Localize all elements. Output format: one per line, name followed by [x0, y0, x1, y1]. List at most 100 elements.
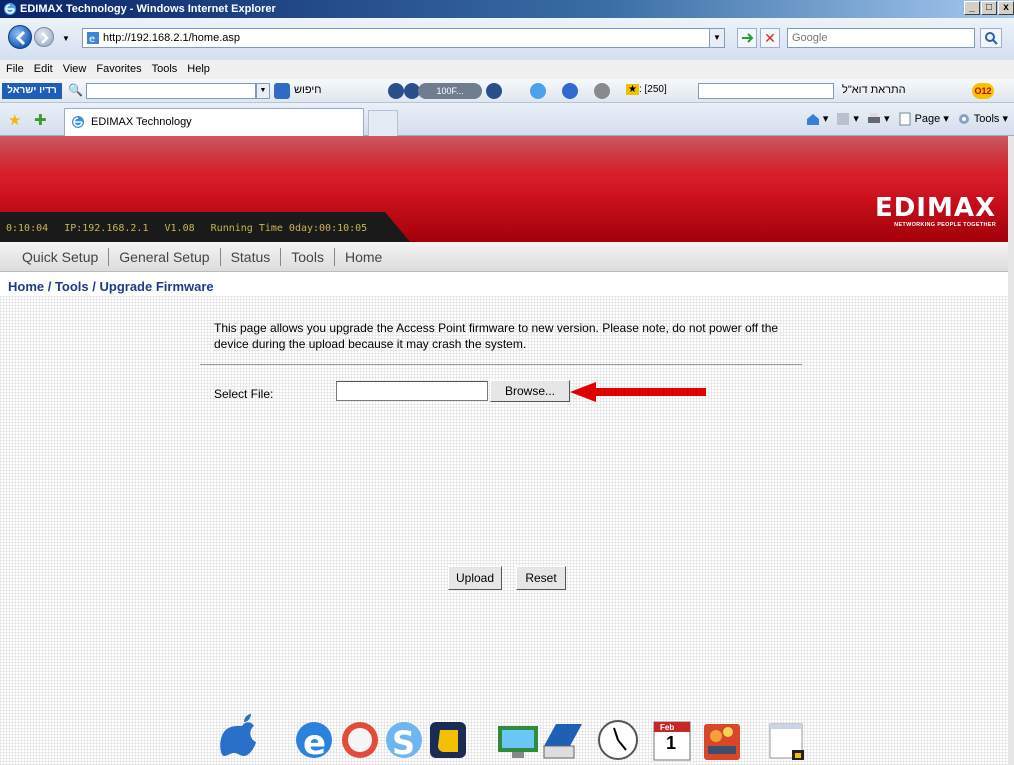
edimax-banner: 0:10:04 IP:192.168.2.1 V1.08 Running Tim… [0, 136, 1010, 242]
maximize-button[interactable]: □ [981, 1, 997, 15]
address-dropdown[interactable]: ▼ [709, 28, 725, 48]
address-url: http://192.168.2.1/home.asp [103, 32, 240, 44]
clock-icon[interactable] [596, 710, 640, 764]
upload-button[interactable]: Upload [448, 566, 502, 590]
info-icon[interactable] [562, 83, 578, 99]
brand-name: EDIMAX [874, 193, 996, 223]
reset-button[interactable]: Reset [516, 566, 566, 590]
browse-button[interactable]: Browse... [490, 380, 570, 402]
status-line: 0:10:04 IP:192.168.2.1 V1.08 Running Tim… [6, 223, 377, 234]
internet-explorer-icon [4, 3, 16, 15]
svg-text:e: e [303, 723, 326, 763]
breadcrumb: Home / Tools / Upgrade Firmware [8, 279, 214, 294]
menu-tools[interactable]: Tools [152, 60, 178, 79]
menu-file[interactable]: File [6, 60, 24, 79]
menu-edit[interactable]: Edit [34, 60, 53, 79]
recent-pages-dropdown[interactable]: ▼ [62, 34, 70, 43]
radio-logo[interactable]: רדיו ישראל [2, 83, 62, 99]
search-button[interactable] [980, 28, 1002, 48]
toolbar-counter[interactable]: ★: [250] [626, 84, 667, 95]
o12-logo[interactable]: O12 [972, 83, 994, 99]
nav-tools[interactable]: Tools [281, 247, 335, 266]
home-button[interactable]: ▾ [806, 112, 828, 126]
toolbar-search-icon[interactable]: 🔍 [68, 83, 83, 97]
page-icon [899, 112, 911, 126]
print-button[interactable]: ▾ [867, 112, 890, 126]
nav-status[interactable]: Status [221, 247, 282, 266]
toolbar-search-input[interactable] [86, 83, 256, 99]
close-button[interactable]: x [998, 1, 1014, 15]
device-ip: IP:192.168.2.1 [64, 223, 149, 234]
media-volume-icon[interactable] [486, 83, 502, 99]
note-app-icon[interactable] [426, 710, 470, 764]
calendar-month: Feb [660, 723, 675, 732]
svg-text:S: S [392, 724, 415, 762]
content-area: This page allows you upgrade the Access … [0, 296, 1010, 765]
nav-general-setup[interactable]: General Setup [109, 247, 221, 266]
counter-icon: ★ [626, 84, 639, 95]
menu-favorites[interactable]: Favorites [96, 60, 141, 79]
menu-help[interactable]: Help [187, 60, 210, 79]
calendar-day: 1 [666, 733, 677, 753]
tools-menu-label: Tools [973, 113, 1000, 125]
window-title: EDIMAX Technology - Windows Internet Exp… [20, 3, 276, 15]
safari-icon[interactable] [338, 710, 382, 764]
toolbar-text-input[interactable] [698, 83, 834, 99]
feeds-button[interactable]: ▾ [836, 112, 859, 126]
red-arrow-annotation [570, 382, 706, 402]
menu-view[interactable]: View [63, 60, 87, 79]
search-icon [985, 32, 998, 45]
page-description: This page allows you upgrade the Access … [214, 321, 779, 351]
page-menu-label: Page [914, 113, 941, 125]
weather-icon[interactable] [530, 83, 546, 99]
media-station-pill[interactable]: 100F... [418, 83, 482, 99]
add-favorite-icon[interactable]: ✚ [34, 111, 47, 129]
gear-icon [958, 114, 969, 125]
page-viewport: 0:10:04 IP:192.168.2.1 V1.08 Running Tim… [0, 136, 1014, 765]
vertical-scrollbar[interactable] [1008, 136, 1014, 765]
firmware-version: V1.08 [164, 223, 195, 234]
refresh-button[interactable] [737, 28, 757, 48]
minimize-button[interactable]: _ [964, 1, 980, 15]
tab-edimax[interactable]: EDIMAX Technology [64, 108, 364, 136]
command-bar: ▾ ▾ ▾ Page ▾ Tools ▾ [806, 112, 1008, 126]
page-icon: e [87, 32, 99, 45]
addon-toolbar: רדיו ישראל 🔍 ▼ חיפוש 100F... ★: [250] הת… [0, 79, 1014, 103]
control-panel-icon[interactable] [700, 710, 744, 764]
scanner-icon[interactable] [540, 710, 584, 764]
rss-feed-icon [837, 113, 850, 126]
toolbar-search-dropdown[interactable]: ▼ [256, 83, 270, 99]
counter-text: : [250] [638, 84, 667, 95]
apple-icon[interactable] [220, 710, 264, 764]
edimax-logo: EDIMAX NETWORKING PEOPLE TOGETHER [875, 194, 996, 228]
back-button[interactable] [8, 25, 32, 49]
toolbar-search-label[interactable]: חיפוש [294, 84, 321, 96]
new-tab-button[interactable] [368, 110, 398, 136]
stop-button[interactable]: ✕ [760, 28, 780, 48]
skype-icon[interactable]: S [382, 710, 426, 764]
page-menu[interactable]: Page ▾ [898, 112, 949, 126]
search-input[interactable]: Google [787, 28, 975, 48]
window-title-bar: EDIMAX Technology - Windows Internet Exp… [0, 0, 1014, 18]
system-clock: 0:10:04 [6, 223, 49, 234]
file-path-input[interactable] [336, 381, 488, 401]
window-preview-icon[interactable] [766, 710, 810, 764]
nav-home[interactable]: Home [335, 248, 392, 266]
internet-explorer-icon[interactable]: e [292, 710, 336, 764]
svg-text:e: e [89, 34, 95, 45]
tools-menu[interactable]: Tools ▾ [957, 112, 1008, 126]
nav-quick-setup[interactable]: Quick Setup [12, 247, 110, 266]
favorites-star-icon[interactable]: ★ [8, 111, 21, 129]
headphones-icon[interactable] [594, 83, 610, 99]
address-input[interactable]: e http://192.168.2.1/home.asp [82, 28, 710, 48]
media-play-icon[interactable] [388, 83, 404, 99]
network-monitor-icon[interactable] [496, 710, 540, 764]
email-alert-label[interactable]: התראת דוא"ל [842, 84, 906, 96]
running-time: Running Time 0day:00:10:05 [210, 223, 368, 234]
divider [200, 364, 802, 365]
address-toolbar: ▼ e http://192.168.2.1/home.asp ▼ ✕ Goog… [0, 18, 1014, 60]
forward-arrow-icon [41, 32, 49, 44]
printer-icon [867, 113, 880, 124]
forward-button[interactable] [34, 27, 54, 47]
toolbar-go-icon[interactable] [274, 83, 290, 99]
